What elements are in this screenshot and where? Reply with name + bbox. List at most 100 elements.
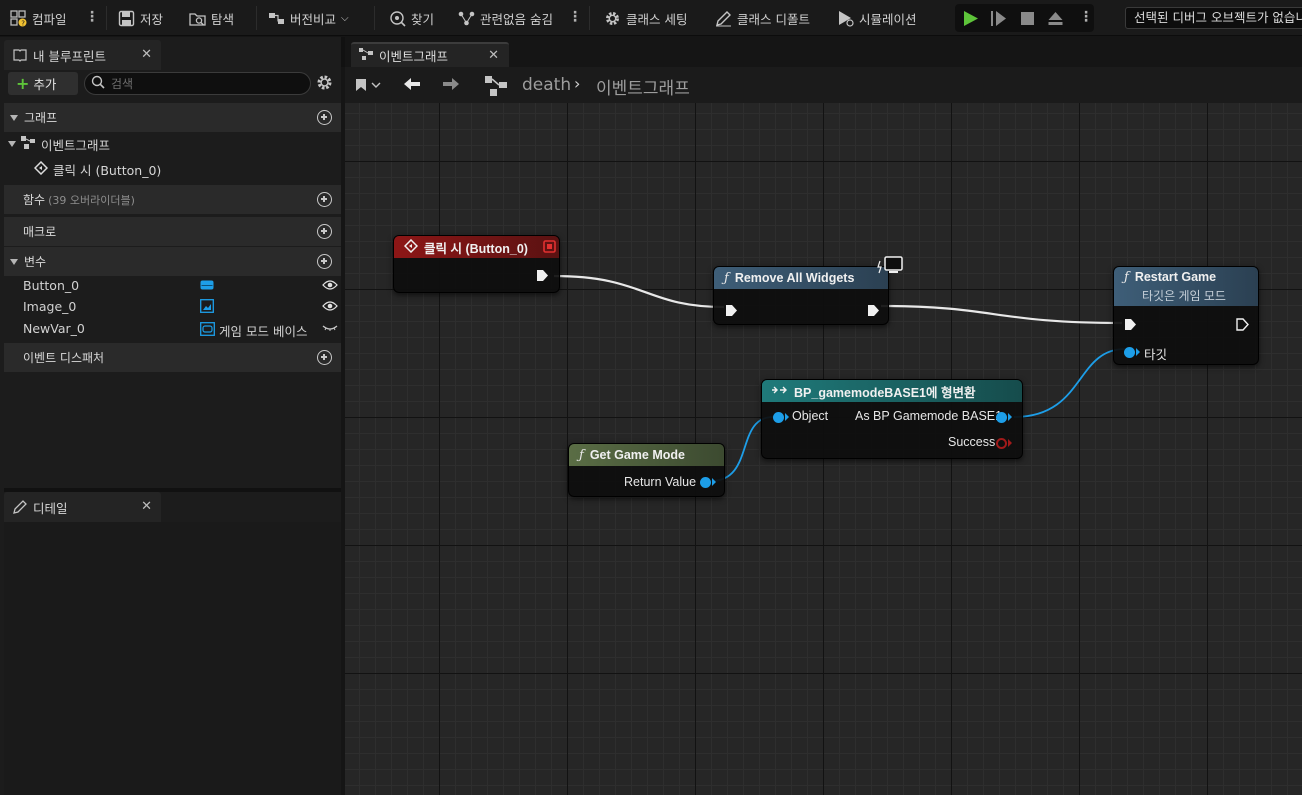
functions-section-header[interactable]: 함수 (39 오버라이더블) — [4, 185, 341, 214]
class-defaults-label: 클래스 디폴트 — [737, 11, 810, 27]
add-function-icon[interactable] — [317, 192, 332, 207]
exec-out-pin[interactable] — [867, 304, 880, 317]
event-diamond-icon — [403, 238, 419, 256]
debug-object-label: 선택된 디버그 오브젝트가 없습니다 — [1134, 10, 1302, 25]
svg-text:?: ? — [21, 19, 25, 27]
details-tab[interactable]: 디테일 ✕ — [4, 492, 161, 522]
play-options-dots-icon[interactable]: ⋮ — [1079, 9, 1093, 25]
macros-section-label: 매크로 — [23, 225, 57, 239]
search-input[interactable] — [111, 76, 301, 91]
cast-node[interactable]: BP_gamemodeBASE1에 형변환 Object As BP Gamem… — [761, 379, 1023, 459]
add-button[interactable]: + 추가 — [8, 72, 78, 95]
as-output-pin[interactable] — [996, 412, 1007, 423]
success-pin[interactable] — [996, 438, 1007, 449]
debug-object-dropdown[interactable]: 선택된 디버그 오브젝트가 없습니다 — [1125, 7, 1302, 29]
cast-node-header: BP_gamemodeBASE1에 형변환 — [762, 380, 1022, 402]
pin-arrow-icon — [1136, 348, 1140, 356]
graphs-section-header[interactable]: 그래프 — [4, 103, 341, 132]
simulation-button[interactable]: 시뮬레이션 — [837, 0, 917, 36]
eye-closed-icon[interactable] — [322, 322, 338, 337]
event-dispatchers-section-header[interactable]: 이벤트 디스패처 — [4, 343, 341, 372]
compile-options-dots-icon[interactable]: ⋮ — [85, 9, 99, 25]
event-item-on-clicked[interactable]: 클릭 시 (Button_0) — [33, 158, 161, 180]
class-defaults-button[interactable]: 클래스 디폴트 — [715, 0, 810, 36]
target-pin[interactable] — [1124, 347, 1135, 358]
event-dispatchers-label: 이벤트 디스패처 — [23, 351, 105, 365]
function-node-remove-all-widgets[interactable]: ƒ Remove All Widgets — [713, 266, 889, 325]
add-graph-icon[interactable] — [317, 110, 332, 125]
my-blueprint-tab[interactable]: 내 블루프린트 ✕ — [4, 40, 161, 70]
graph-canvas[interactable]: 클릭 시 (Button_0) ƒ Remove All Widgets ƒ R… — [345, 103, 1302, 795]
pencil-icon — [715, 10, 732, 27]
event-graph-tab[interactable]: 이벤트그래프 ✕ — [351, 42, 509, 67]
main-toolbar: ? 컴파일 ⋮ 저장 탐색 버전비교 ⌵ 찾기 관련없음 숨김 ⋮ 클래스 세팅… — [0, 0, 1302, 36]
graphs-section-label: 그래프 — [24, 111, 58, 125]
diff-dropdown[interactable]: 버전비교 ⌵ — [268, 0, 349, 36]
exec-in-pin[interactable] — [1124, 318, 1137, 331]
save-button[interactable]: 저장 — [118, 0, 163, 36]
add-label: 추가 — [33, 77, 57, 92]
close-icon[interactable]: ✕ — [488, 48, 499, 63]
hide-unrelated-button[interactable]: 관련없음 숨김 — [458, 0, 553, 36]
find-binoculars-icon — [389, 10, 406, 27]
step-forward-icon[interactable] — [990, 10, 1007, 30]
hide-unrelated-options-dots-icon[interactable]: ⋮ — [568, 9, 582, 25]
function-f-icon: ƒ — [724, 270, 729, 286]
settings-gear-icon[interactable] — [316, 74, 333, 94]
find-button[interactable]: 찾기 — [389, 0, 434, 36]
collapse-arrow-icon — [8, 141, 16, 147]
eye-open-icon[interactable] — [322, 300, 338, 315]
find-label: 찾기 — [411, 11, 435, 27]
target-pin-label: 타깃 — [1144, 348, 1168, 362]
event-graph-label: 이벤트그래프 — [41, 137, 111, 153]
close-icon[interactable]: ✕ — [141, 47, 152, 62]
function-f-icon: ƒ — [1124, 270, 1129, 285]
exec-out-pin[interactable] — [1236, 318, 1249, 331]
add-dispatcher-icon[interactable] — [317, 350, 332, 365]
functions-section-label: 함수 — [23, 193, 46, 207]
compile-button[interactable]: ? 컴파일 — [10, 0, 67, 36]
play-icon[interactable] — [962, 10, 979, 30]
breadcrumb-blueprint[interactable]: death — [522, 75, 571, 95]
variable-row-image-0[interactable]: Image_0 — [4, 296, 341, 318]
variable-name: Image_0 — [23, 299, 77, 314]
browse-button[interactable]: 탐색 — [189, 0, 234, 36]
exec-out-pin[interactable] — [536, 269, 549, 282]
class-settings-label: 클래스 세팅 — [626, 11, 688, 27]
close-icon[interactable]: ✕ — [141, 499, 152, 514]
exec-in-pin[interactable] — [725, 304, 738, 317]
collapse-arrow-icon — [10, 114, 18, 121]
eye-open-icon[interactable] — [322, 279, 338, 294]
pure-node-get-game-mode[interactable]: ƒ Get Game Mode Return Value — [568, 443, 725, 497]
variable-row-newvar-0[interactable]: NewVar_0 게임 모드 베이스 — [4, 318, 341, 340]
function-node-restart-game[interactable]: ƒ Restart Game 타깃은 게임 모드 타깃 — [1113, 266, 1259, 365]
delegate-pin-icon[interactable] — [543, 240, 556, 256]
hide-unrelated-nodes-icon — [458, 10, 475, 27]
add-macro-icon[interactable] — [317, 224, 332, 239]
variable-row-button-0[interactable]: Button_0 — [4, 275, 341, 297]
search-field[interactable] — [84, 72, 311, 95]
variable-name: NewVar_0 — [23, 321, 85, 336]
macros-section-header[interactable]: 매크로 — [4, 217, 341, 246]
breadcrumb-graph[interactable]: 이벤트그래프 — [596, 74, 690, 99]
event-node-on-clicked[interactable]: 클릭 시 (Button_0) — [393, 235, 560, 293]
variables-section-header[interactable]: 변수 — [4, 247, 341, 276]
forward-arrow-icon[interactable] — [441, 76, 461, 95]
back-arrow-icon[interactable] — [402, 76, 422, 95]
add-variable-icon[interactable] — [317, 254, 332, 269]
diff-label: 버전비교 — [290, 11, 337, 27]
compile-label: 컴파일 — [32, 11, 67, 27]
stop-icon[interactable] — [1020, 11, 1035, 29]
gear-icon — [604, 10, 621, 27]
bookmark-icon[interactable] — [355, 78, 367, 95]
chevron-down-icon[interactable] — [371, 79, 381, 93]
event-graph-icon — [359, 48, 373, 63]
return-value-pin[interactable] — [700, 477, 711, 488]
eject-icon[interactable] — [1047, 10, 1064, 30]
event-graph-item[interactable]: 이벤트그래프 — [8, 133, 110, 155]
chevron-down-icon: ⌵ — [341, 12, 349, 24]
graph-tab-bar: 이벤트그래프 ✕ — [341, 37, 1302, 67]
class-settings-button[interactable]: 클래스 세팅 — [604, 0, 687, 36]
simulation-label: 시뮬레이션 — [859, 11, 917, 27]
object-pin[interactable] — [773, 412, 784, 423]
